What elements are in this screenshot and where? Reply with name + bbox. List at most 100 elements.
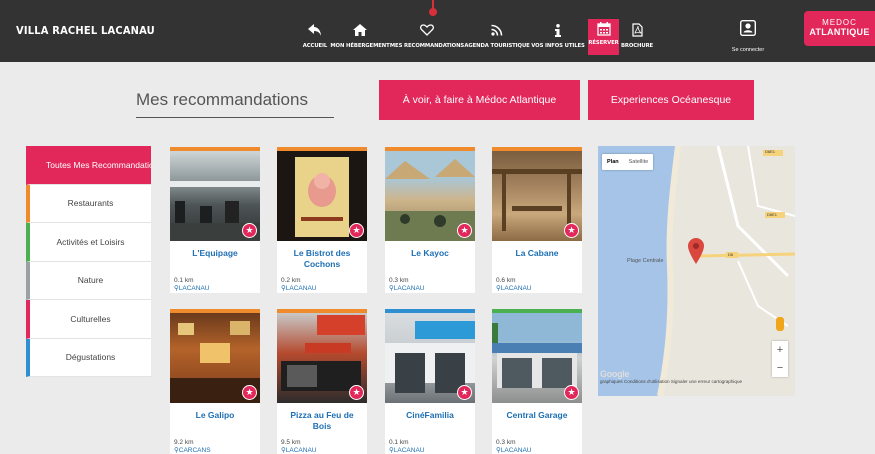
recommendation-card[interactable]: ★ Le Kayoc 0.3 km ⚲LACANAU	[385, 147, 475, 293]
card-name: Central Garage	[506, 410, 568, 420]
medoc-atlantique-logo[interactable]: MEDOC ATLANTIQUE	[804, 11, 875, 46]
card-distance: 0.3 km	[389, 277, 409, 284]
card-photo: ★	[277, 313, 367, 403]
heart-icon	[420, 22, 434, 38]
card-photo: ★	[170, 151, 260, 241]
card-city: ⚲LACANAU	[281, 285, 317, 292]
card-photo: ★	[492, 313, 582, 403]
zoom-in-button[interactable]: +	[772, 341, 788, 359]
card-distance: 0.1 km	[389, 439, 409, 446]
voir-faire-button[interactable]: À voir, à faire à Médoc Atlantique	[379, 80, 580, 120]
card-name: CinéFamilia	[406, 410, 454, 420]
nav-label: BROCHURE	[620, 43, 654, 49]
card-photo: ★	[385, 151, 475, 241]
map-tab-satellite[interactable]: Satellite	[624, 154, 654, 170]
recommendation-card[interactable]: ★ Le Galipo 9.2 km ⚲CARCANS	[170, 309, 260, 454]
active-indicator-dot	[429, 8, 437, 16]
info-icon	[554, 22, 562, 38]
card-city: ⚲LACANAU	[389, 447, 425, 454]
recommendation-card[interactable]: ★ Le Bistrot des Cochons 0.2 km ⚲LACANAU	[277, 147, 367, 293]
card-city: ⚲CARCANS	[174, 447, 211, 454]
nav-reserver[interactable]: RÉSERVER	[588, 19, 619, 55]
favorite-star-icon[interactable]: ★	[349, 385, 364, 400]
recommendation-card[interactable]: ★ Pizza au Feu de Bois 9.5 km ⚲LACANAU	[277, 309, 367, 454]
rss-icon	[491, 22, 503, 38]
favorite-star-icon[interactable]: ★	[242, 385, 257, 400]
nav-vos-infos-utiles[interactable]: VOS INFOS UTILES	[531, 0, 585, 62]
card-city: ⚲LACANAU	[389, 285, 425, 292]
nav-mon-hebergement[interactable]: MON HÉBERGEMENT	[330, 0, 390, 62]
card-name: Le Bistrot des Cochons	[293, 248, 351, 269]
site-brand[interactable]: VILLA RACHEL LACANAU	[16, 24, 155, 37]
card-photo: ★	[170, 313, 260, 403]
favorite-star-icon[interactable]: ★	[242, 223, 257, 238]
card-city: ⚲LACANAU	[496, 285, 532, 292]
nav-label: VOS INFOS UTILES	[531, 43, 585, 49]
pdf-icon	[631, 22, 643, 38]
nav-label: AGENDA TOURISTIQUE	[464, 43, 530, 49]
card-distance: 0.3 km	[496, 439, 516, 446]
recommendation-card[interactable]: ★ L'Equipage 0.1 km ⚲LACANAU	[170, 147, 260, 293]
road-label: D6E1	[765, 149, 776, 154]
card-distance: 0.2 km	[281, 277, 301, 284]
nav-brochure[interactable]: BROCHURE	[621, 0, 653, 62]
map-zoom-control: + −	[772, 341, 788, 377]
recommendation-card[interactable]: ★ CinéFamilia 0.1 km ⚲LACANAU	[385, 309, 475, 454]
top-navigation-bar: VILLA RACHEL LACANAU ACCUEIL MON HÉBERGE…	[0, 0, 875, 62]
card-city: ⚲LACANAU	[496, 447, 532, 454]
nav-accueil[interactable]: ACCUEIL	[300, 0, 330, 62]
card-distance: 0.6 km	[496, 277, 516, 284]
experiences-button[interactable]: Experiences Océanesque	[588, 80, 754, 120]
nav-label: MES RECOMMANDATIONS	[389, 43, 465, 49]
favorite-star-icon[interactable]: ★	[349, 223, 364, 238]
calendar-icon	[596, 21, 611, 37]
card-photo: ★	[385, 313, 475, 403]
map-type-tabs: Plan Satellite	[602, 154, 654, 170]
card-name: L'Equipage	[192, 248, 238, 258]
recommendation-card[interactable]: ★ Central Garage 0.3 km ⚲LACANAU	[492, 309, 582, 454]
category-sidebar: Toutes Mes Recommandations Restaurants A…	[26, 146, 151, 377]
nav-label: ACCUEIL	[302, 43, 328, 49]
card-name: La Cabane	[515, 248, 559, 258]
category-all[interactable]: Toutes Mes Recommandations	[26, 146, 151, 185]
card-distance: 9.2 km	[174, 439, 194, 446]
card-photo: ★	[277, 151, 367, 241]
map-tab-plan[interactable]: Plan	[602, 154, 624, 170]
place-label: Plage Centrale	[627, 258, 664, 264]
map-widget[interactable]: Plan Satellite D6E1 D6E1 D6 Plage Centra…	[598, 146, 795, 396]
page-title: Mes recommandations	[136, 90, 308, 109]
card-city: ⚲LACANAU	[281, 447, 317, 454]
nav-mes-recommandations[interactable]: MES RECOMMANDATIONS	[389, 0, 465, 62]
road-label: D6E1	[767, 212, 778, 217]
category-nature[interactable]: Nature	[26, 261, 151, 300]
map-footer: graphiques Conditions d'utilisation Sign…	[600, 379, 743, 384]
nav-label: RÉSERVER	[588, 40, 619, 46]
category-activites[interactable]: Activités et Loisirs	[26, 223, 151, 262]
card-name: Pizza au Feu de Bois	[290, 410, 354, 431]
card-name: Le Galipo	[195, 410, 235, 420]
card-photo: ★	[492, 151, 582, 241]
map-pin-icon[interactable]	[688, 238, 704, 269]
category-restaurants[interactable]: Restaurants	[26, 184, 151, 223]
recommendation-card[interactable]: ★ La Cabane 0.6 km ⚲LACANAU	[492, 147, 582, 293]
category-degustations[interactable]: Dégustations	[26, 338, 151, 377]
street-view-pegman-icon[interactable]	[776, 317, 784, 331]
logo-line2: ATLANTIQUE	[809, 27, 870, 37]
title-underline	[136, 117, 334, 118]
category-culturelles[interactable]: Culturelles	[26, 300, 151, 339]
login-button[interactable]: Se connecter	[728, 19, 768, 53]
user-icon	[739, 19, 757, 41]
nav-agenda-touristique[interactable]: AGENDA TOURISTIQUE	[464, 0, 530, 62]
favorite-star-icon[interactable]: ★	[457, 385, 472, 400]
favorite-star-icon[interactable]: ★	[457, 223, 472, 238]
nav-label: MON HÉBERGEMENT	[330, 43, 390, 49]
favorite-star-icon[interactable]: ★	[564, 385, 579, 400]
card-city: ⚲LACANAU	[174, 285, 210, 292]
home-icon	[353, 22, 367, 38]
favorite-star-icon[interactable]: ★	[564, 223, 579, 238]
google-logo: Google	[600, 369, 630, 379]
road-label: D6	[728, 252, 734, 257]
logo-line1: MEDOC	[822, 18, 857, 27]
zoom-out-button[interactable]: −	[772, 359, 788, 377]
card-name: Le Kayoc	[411, 248, 449, 258]
